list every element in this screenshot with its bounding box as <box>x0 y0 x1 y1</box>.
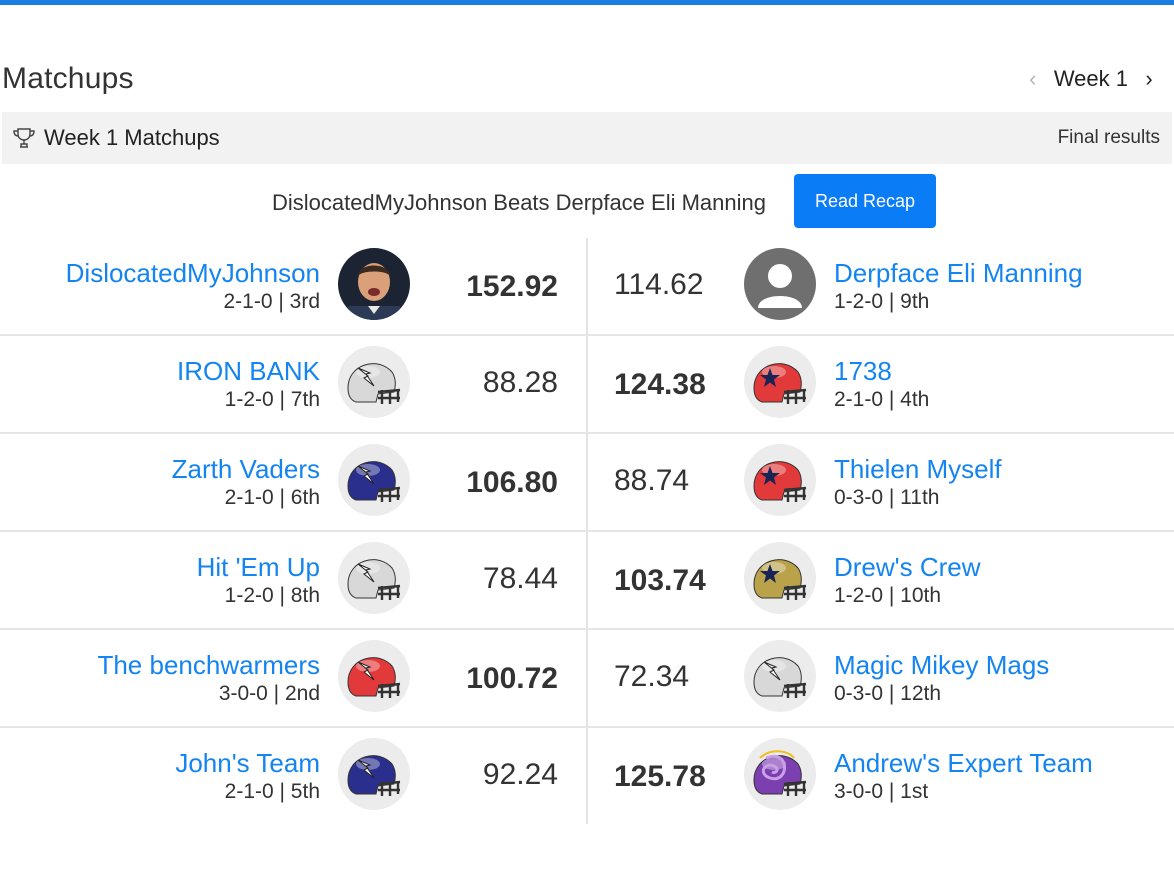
team-record: 0-3-0 | 12th <box>834 682 942 705</box>
matchup-row: IRON BANK 1-2-0 | 7th 88.28 1738 2-1-0 | 4th… <box>0 336 1174 434</box>
page-title: Matchups <box>2 62 134 95</box>
matchup-row: John's Team 2-1-0 | 5th 92.24 Andrew's Expe… <box>0 728 1174 826</box>
helmet-star-icon[interactable] <box>744 542 816 614</box>
team-record: 2-1-0 | 4th <box>834 388 930 411</box>
team-name-link[interactable]: IRON BANK <box>177 356 320 387</box>
section-title-group: Week 1 Matchups <box>2 125 220 151</box>
helmet-icon[interactable] <box>338 542 410 614</box>
team-record: 3-0-0 | 2nd <box>218 682 320 705</box>
matchups-list: DislocatedMyJohnson 2-1-0 | 3rd 152.92 Derp… <box>0 238 1174 826</box>
default-user-icon[interactable] <box>744 248 816 320</box>
helmet-icon[interactable] <box>338 640 410 712</box>
team-score: 125.78 <box>614 760 706 793</box>
team-record: 2-1-0 | 6th <box>224 486 320 509</box>
team-name-link[interactable]: Magic Mikey Mags <box>834 650 1049 681</box>
week-label: Week 1 <box>1053 66 1128 91</box>
read-recap-button[interactable]: Read Recap <box>794 174 936 228</box>
recap-headline: DislocatedMyJohnson Beats Derpface Eli M… <box>271 190 766 215</box>
team-name-link[interactable]: Drew's Crew <box>834 552 981 583</box>
team-score: 106.80 <box>466 466 558 499</box>
team-record: 1-2-0 | 9th <box>834 290 930 313</box>
helmet-icon[interactable] <box>338 738 410 810</box>
team-name-link[interactable]: Derpface Eli Manning <box>834 258 1083 289</box>
helmet-star-icon[interactable] <box>744 444 816 516</box>
team-name-link[interactable]: The benchwarmers <box>97 650 320 681</box>
team-avatar[interactable] <box>338 248 410 320</box>
helmet-icon[interactable] <box>744 640 816 712</box>
team-score: 88.28 <box>482 366 558 399</box>
team-record: 2-1-0 | 3rd <box>223 290 321 313</box>
team-score: 88.74 <box>614 464 690 497</box>
matchup-row: The benchwarmers 3-0-0 | 2nd 100.72 Magic M… <box>0 630 1174 728</box>
matchup-row: DislocatedMyJohnson 2-1-0 | 3rd 152.92 Derp… <box>0 238 1174 336</box>
team-record: 2-1-0 | 5th <box>224 780 320 803</box>
helmet-star-icon[interactable] <box>744 346 816 418</box>
helmet-swirl-icon[interactable] <box>744 738 816 810</box>
team-name-link[interactable]: Andrew's Expert Team <box>834 748 1093 779</box>
team-score: 152.92 <box>466 270 558 303</box>
helmet-icon[interactable] <box>338 346 410 418</box>
team-record: 1-2-0 | 7th <box>224 388 320 411</box>
team-score: 72.34 <box>614 660 690 693</box>
section-header: Week 1 Matchups Final results <box>2 112 1172 164</box>
team-score: 114.62 <box>614 268 704 301</box>
team-record: 0-3-0 | 11th <box>834 486 940 509</box>
top-accent-bar <box>0 0 1174 5</box>
helmet-icon[interactable] <box>338 444 410 516</box>
trophy-icon <box>13 128 35 148</box>
team-record: 1-2-0 | 8th <box>224 584 320 607</box>
week-navigator: ‹ Week 1 › <box>1020 66 1162 92</box>
team-name-link[interactable]: 1738 <box>834 356 892 387</box>
team-score: 103.74 <box>614 564 706 597</box>
team-name-link[interactable]: Thielen Myself <box>834 454 1002 485</box>
final-results-label: Final results <box>1057 127 1160 148</box>
team-name-link[interactable]: Zarth Vaders <box>172 454 320 485</box>
matchup-row: Zarth Vaders 2-1-0 | 6th 106.80 Thielen Mys… <box>0 434 1174 532</box>
section-title: Week 1 Matchups <box>44 125 220 150</box>
team-score: 78.44 <box>482 562 558 595</box>
team-score: 92.24 <box>482 758 558 791</box>
team-score: 100.72 <box>466 662 558 695</box>
team-name-link[interactable]: DislocatedMyJohnson <box>66 258 320 289</box>
team-record: 1-2-0 | 10th <box>834 584 942 607</box>
team-name-link[interactable]: Hit 'Em Up <box>197 552 320 583</box>
team-name-link[interactable]: John's Team <box>175 748 320 779</box>
team-record: 3-0-0 | 1st <box>834 780 929 803</box>
chevron-right-icon[interactable]: › <box>1136 66 1162 92</box>
recap-row: DislocatedMyJohnson Beats Derpface Eli M… <box>0 174 1174 228</box>
chevron-left-icon[interactable]: ‹ <box>1020 66 1046 92</box>
matchup-row: Hit 'Em Up 1-2-0 | 8th 78.44 Drew's Crew 1-2… <box>0 532 1174 630</box>
team-score: 124.38 <box>614 368 706 401</box>
